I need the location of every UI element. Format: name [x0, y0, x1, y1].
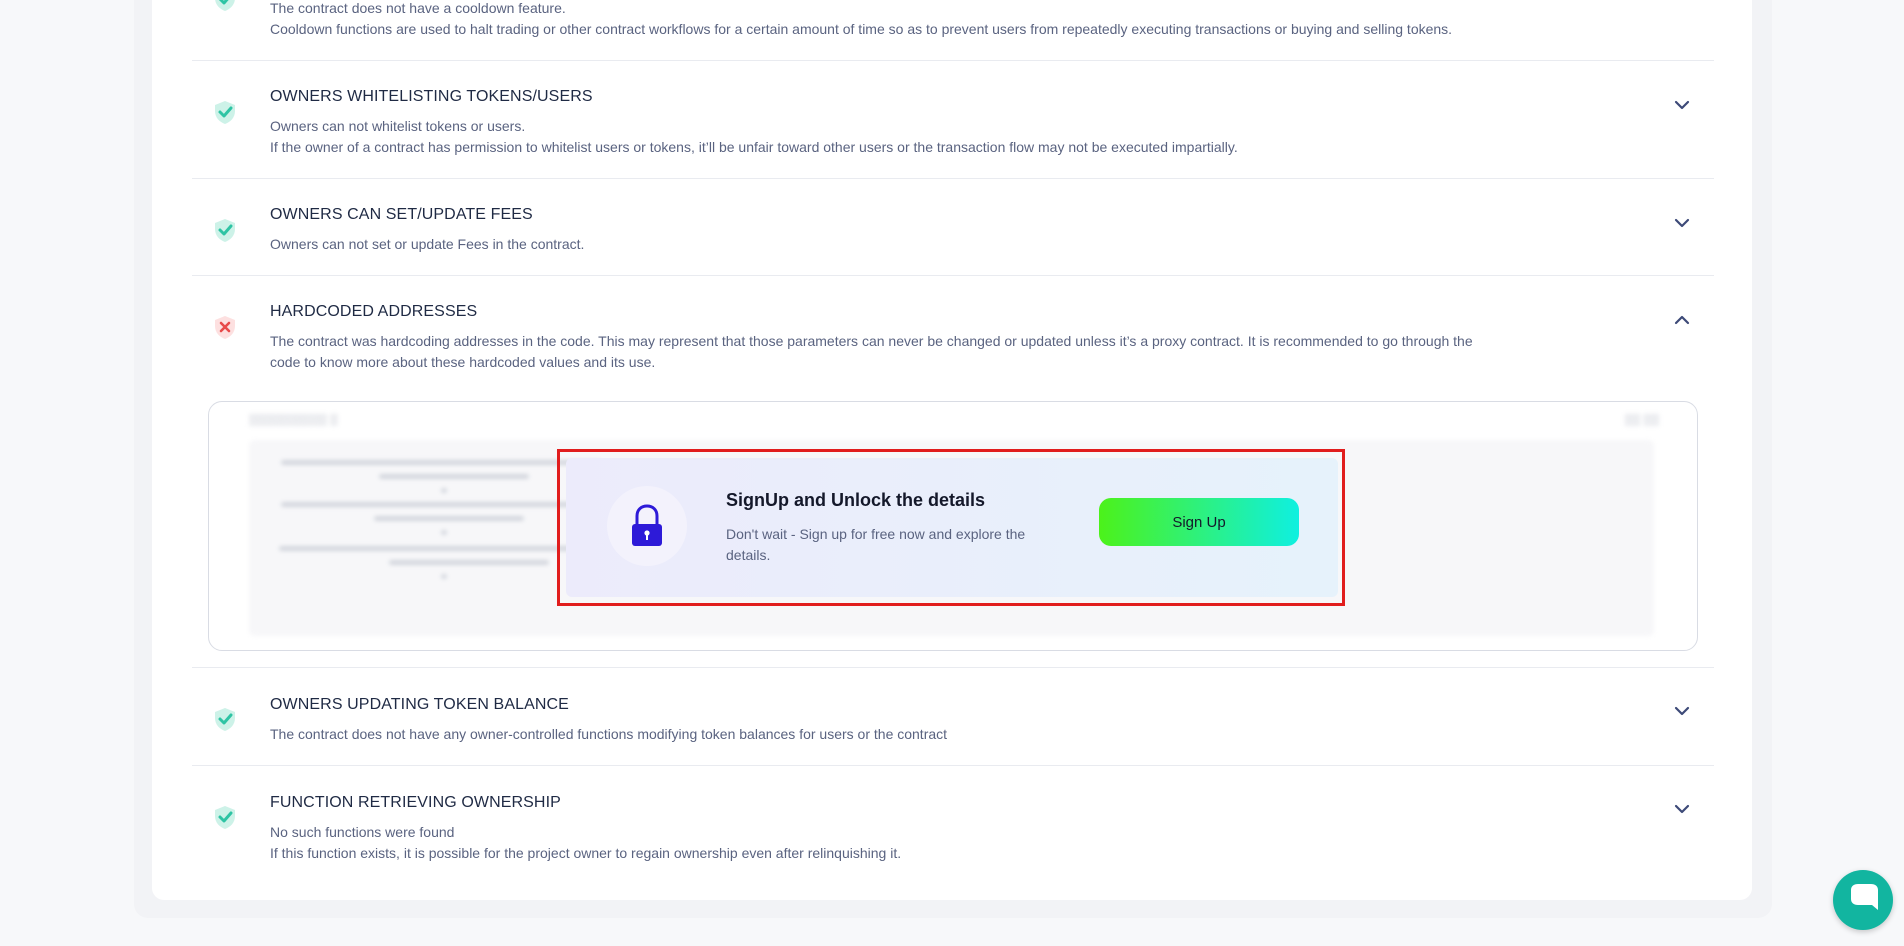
- shield-check-icon: [215, 219, 235, 242]
- chevron-down-icon[interactable]: [1672, 799, 1692, 819]
- shield-check-icon: [215, 806, 235, 829]
- code-zoom-blurred: ▒▒ ▒▒: [1624, 414, 1659, 426]
- row-fees-description: Owners can not set or update Fees in the…: [270, 236, 585, 252]
- row-whitelist-detail: If the owner of a contract has permissio…: [270, 139, 1238, 155]
- row-fees-title: OWNERS CAN SET/UPDATE FEES: [270, 206, 533, 223]
- row-cooldown-description: The contract does not have a cooldown fe…: [270, 0, 566, 16]
- row-ownership-description: No such functions were found: [270, 824, 455, 840]
- chevron-up-icon[interactable]: [1672, 310, 1692, 330]
- row-hardcoded-description: The contract was hardcoding addresses in…: [270, 333, 1473, 349]
- chevron-down-icon[interactable]: [1672, 95, 1692, 115]
- divider: [192, 60, 1714, 61]
- highlight-box: [557, 449, 1345, 606]
- row-ownership-title: FUNCTION RETRIEVING OWNERSHIP: [270, 794, 561, 811]
- row-hardcoded-title: HARDCODED ADDRESSES: [270, 303, 478, 320]
- row-balance-description: The contract does not have any owner-con…: [270, 726, 948, 742]
- chevron-down-icon[interactable]: [1672, 701, 1692, 721]
- row-whitelist-description: Owners can not whitelist tokens or users…: [270, 118, 526, 134]
- divider: [192, 178, 1714, 179]
- row-whitelist-title: OWNERS WHITELISTING TOKENS/USERS: [270, 88, 593, 105]
- row-hardcoded-description-cont: code to know more about these hardcoded …: [270, 354, 656, 370]
- shield-check-icon: [215, 708, 235, 731]
- row-balance-title: OWNERS UPDATING TOKEN BALANCE: [270, 696, 569, 713]
- shield-check-icon: [215, 101, 235, 124]
- divider: [192, 765, 1714, 766]
- shield-x-icon: [215, 316, 235, 339]
- row-cooldown-detail: Cooldown functions are used to halt trad…: [270, 21, 1453, 37]
- chevron-down-icon[interactable]: [1672, 213, 1692, 233]
- divider: [192, 667, 1714, 668]
- code-file-name-blurred: ▒▒▒▒▒▒▒▒▒▒ ▒: [249, 414, 338, 426]
- shield-check-icon: [215, 0, 235, 11]
- chat-widget-button[interactable]: [1833, 870, 1893, 930]
- row-ownership-detail: If this function exists, it is possible …: [270, 845, 902, 861]
- chat-bubble-icon: [1851, 884, 1878, 910]
- divider: [192, 275, 1714, 276]
